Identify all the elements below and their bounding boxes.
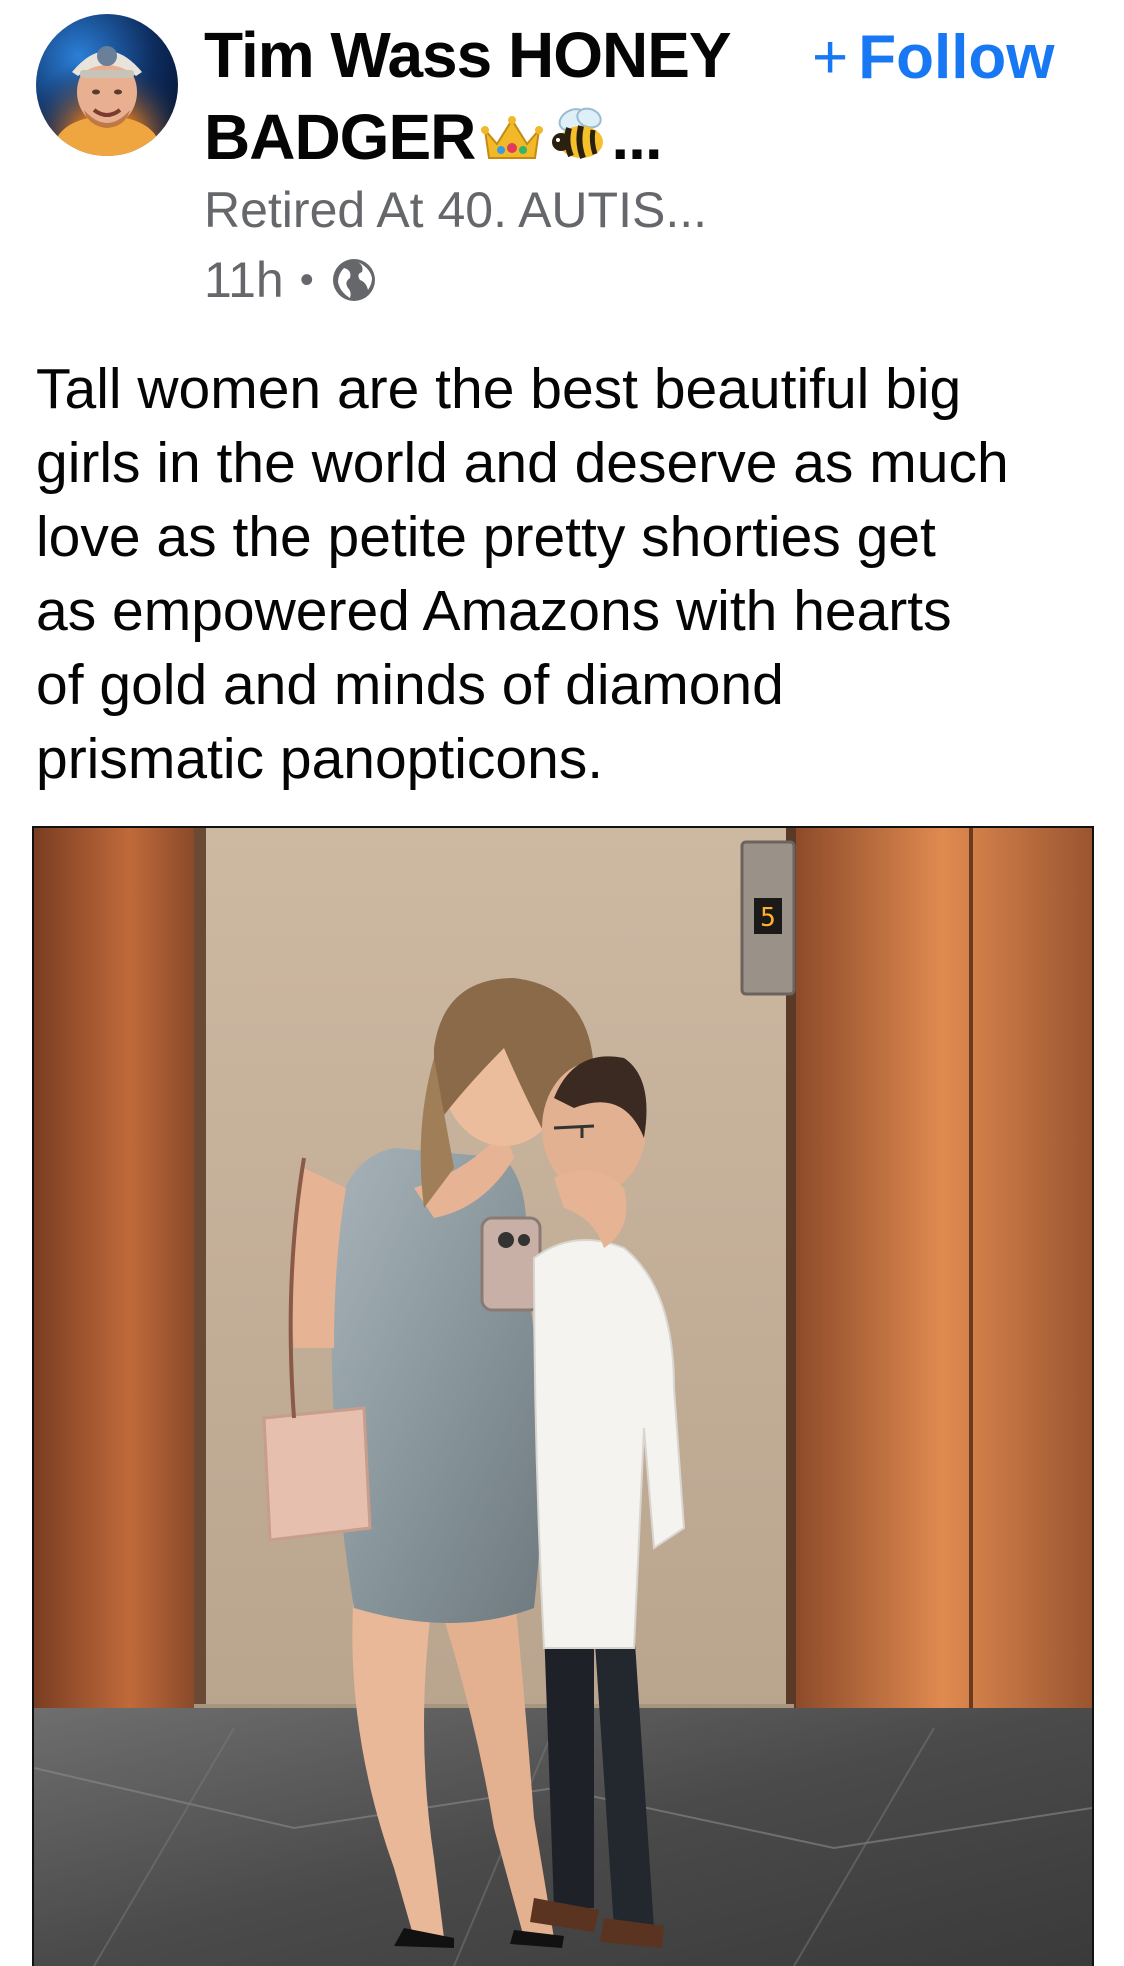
author-name[interactable]: Tim Wass HONEY BADGER ...	[204, 14, 804, 183]
post-text: Tall women are the best beautiful big gi…	[36, 357, 1009, 791]
author-avatar[interactable]	[36, 14, 178, 156]
follow-plus-icon: +	[812, 23, 849, 92]
meta-separator: •	[299, 258, 314, 302]
post-time[interactable]: 11h	[204, 250, 284, 310]
bee-icon	[549, 101, 611, 183]
elevator-floor-indicator: 5	[760, 903, 776, 933]
crown-icon	[481, 101, 544, 183]
follow-label: Follow	[858, 23, 1055, 92]
author-name-ellipsis: ...	[611, 101, 662, 173]
follow-button[interactable]: + Follow	[808, 20, 1055, 96]
post-photo[interactable]: 5	[32, 826, 1094, 1966]
author-subtitle[interactable]: Retired At 40. AUTIS...	[204, 180, 707, 240]
post-header: Tim Wass HONEY BADGER ... + Follow Retir…	[0, 0, 1124, 330]
globe-icon[interactable]	[330, 256, 378, 304]
post-meta: 11h •	[204, 250, 378, 310]
